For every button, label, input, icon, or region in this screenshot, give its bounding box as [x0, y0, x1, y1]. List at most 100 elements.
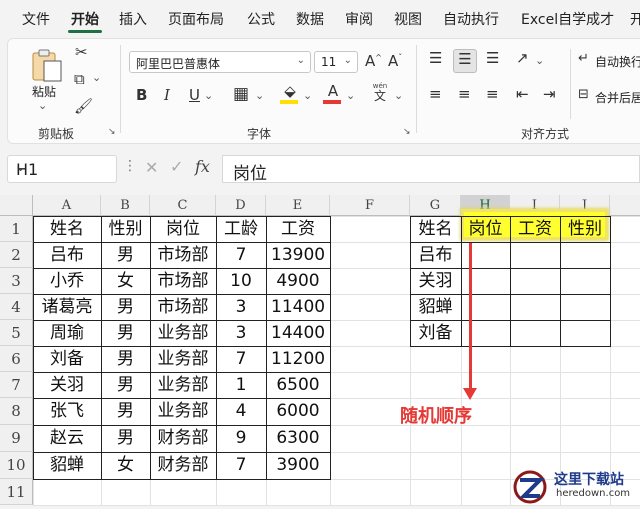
table-cell[interactable]: 7 — [216, 242, 266, 268]
table-cell[interactable]: 男 — [101, 242, 150, 268]
row-header-9[interactable]: 9 — [0, 425, 33, 452]
copy-dropdown-icon[interactable]: ⌄ — [92, 71, 101, 84]
table-cell[interactable]: 男 — [101, 372, 150, 398]
lookup-name-cell[interactable]: 吕布 — [410, 242, 461, 268]
table-cell[interactable]: 市场部 — [150, 268, 216, 294]
row-header-11[interactable]: 11 — [0, 479, 33, 505]
table-cell[interactable]: 4900 — [266, 268, 330, 294]
cancel-icon[interactable]: ✕ — [145, 158, 158, 177]
table-cell[interactable]: 诸葛亮 — [33, 294, 101, 320]
underline-dropdown-icon[interactable]: ⌄ — [204, 89, 213, 102]
tab-page-layout[interactable]: 页面布局 — [168, 9, 224, 29]
orientation-dropdown-icon[interactable]: ⌄ — [535, 54, 544, 67]
font-name-select[interactable]: 阿里巴巴普惠体 ⌄ — [129, 51, 311, 73]
grow-font-icon[interactable]: A^ — [365, 54, 382, 69]
shrink-font-icon[interactable]: Aˇ — [388, 54, 402, 69]
table-cell[interactable]: 小乔 — [33, 268, 101, 294]
column-header-g[interactable]: G — [410, 195, 461, 216]
table-cell[interactable]: 7 — [216, 452, 266, 479]
table-cell[interactable]: 4 — [216, 398, 266, 425]
table-cell[interactable]: 3 — [216, 320, 266, 346]
wrap-text-button[interactable]: 自动换行 — [595, 53, 640, 70]
table-cell[interactable]: 男 — [101, 425, 150, 452]
table-cell[interactable]: 男 — [101, 294, 150, 320]
font-color-dropdown-icon[interactable]: ⌄ — [346, 89, 355, 102]
tab-automate[interactable]: 自动执行 — [443, 9, 499, 29]
tab-home[interactable]: 开始 — [71, 9, 99, 29]
table-cell[interactable]: 业务部 — [150, 320, 216, 346]
tab-view[interactable]: 视图 — [394, 9, 422, 29]
table-cell[interactable]: 赵云 — [33, 425, 101, 452]
table-header-cell[interactable]: 性别 — [101, 216, 150, 242]
merge-center-button[interactable]: 合并后居 — [595, 89, 640, 106]
tab-insert[interactable]: 插入 — [119, 9, 147, 29]
tab-developer[interactable]: 开 — [630, 9, 640, 29]
table-cell[interactable]: 男 — [101, 320, 150, 346]
cut-icon[interactable]: ✂ — [75, 45, 88, 60]
chevron-down-icon[interactable]: ⌄ — [16, 161, 109, 174]
column-header-overflow[interactable] — [610, 195, 640, 216]
table-cell[interactable]: 3 — [216, 294, 266, 320]
phonetic-guide-icon[interactable]: wén 文 — [370, 83, 390, 103]
column-header-b[interactable]: B — [101, 195, 150, 216]
align-right-icon[interactable]: ≡ — [486, 87, 499, 102]
tab-file[interactable]: 文件 — [22, 9, 50, 29]
column-header-a[interactable]: A — [33, 195, 101, 216]
table-cell[interactable]: 1 — [216, 372, 266, 398]
align-bottom-icon[interactable]: ☰ — [486, 51, 499, 66]
table-header-cell[interactable]: 姓名 — [33, 216, 101, 242]
table-cell[interactable]: 关羽 — [33, 372, 101, 398]
table-cell[interactable]: 6300 — [266, 425, 330, 452]
borders-dropdown-icon[interactable]: ⌄ — [255, 89, 264, 102]
table-cell[interactable]: 3900 — [266, 452, 330, 479]
lookup-name-cell[interactable]: 关羽 — [410, 268, 461, 294]
select-all-corner[interactable] — [0, 195, 33, 216]
orientation-icon[interactable]: ↗ — [516, 51, 529, 66]
column-header-f[interactable]: F — [330, 195, 410, 216]
row-header-4[interactable]: 4 — [0, 294, 33, 320]
formula-input[interactable]: 岗位 — [222, 155, 640, 184]
lookup-header-cell[interactable]: 姓名 — [410, 216, 461, 242]
paste-button-label[interactable]: 粘贴 — [32, 83, 56, 100]
name-box[interactable]: H1 ⌄ — [7, 155, 117, 183]
lookup-header-cell[interactable]: 性别 — [560, 216, 610, 242]
insert-function-button[interactable]: fx — [195, 157, 210, 176]
row-header-5[interactable]: 5 — [0, 320, 33, 346]
table-cell[interactable]: 6000 — [266, 398, 330, 425]
row-header-7[interactable]: 7 — [0, 372, 33, 398]
table-cell[interactable]: 貂蝉 — [33, 452, 101, 479]
phonetic-dropdown-icon[interactable]: ⌄ — [394, 89, 403, 102]
row-header-6[interactable]: 6 — [0, 346, 33, 372]
table-cell[interactable]: 市场部 — [150, 242, 216, 268]
align-center-icon[interactable]: ≡ — [458, 87, 471, 102]
row-header-3[interactable]: 3 — [0, 268, 33, 294]
tab-review[interactable]: 审阅 — [345, 9, 373, 29]
table-cell[interactable]: 女 — [101, 268, 150, 294]
row-header-10[interactable]: 10 — [0, 452, 33, 479]
table-cell[interactable]: 周瑜 — [33, 320, 101, 346]
font-color-icon[interactable]: A — [323, 84, 343, 104]
table-cell[interactable]: 10 — [216, 268, 266, 294]
borders-icon[interactable]: ▦ — [233, 86, 249, 103]
table-cell[interactable]: 吕布 — [33, 242, 101, 268]
align-middle-icon[interactable]: ☰ — [453, 49, 477, 73]
table-cell[interactable]: 男 — [101, 398, 150, 425]
lookup-name-cell[interactable]: 刘备 — [410, 320, 461, 346]
align-top-icon[interactable]: ☰ — [429, 51, 442, 66]
fill-color-icon[interactable]: ⬙ — [280, 84, 300, 104]
table-cell[interactable]: 6500 — [266, 372, 330, 398]
tab-excel-self-study[interactable]: Excel自学成才 — [521, 9, 614, 29]
lookup-header-cell[interactable]: 工资 — [510, 216, 560, 242]
italic-button[interactable]: I — [164, 88, 170, 103]
fill-color-dropdown-icon[interactable]: ⌄ — [303, 89, 312, 102]
font-size-select[interactable]: 11 ⌄ — [314, 51, 358, 73]
table-cell[interactable]: 财务部 — [150, 425, 216, 452]
copy-icon[interactable]: ⧉ — [74, 72, 85, 87]
table-cell[interactable]: 市场部 — [150, 294, 216, 320]
align-left-icon[interactable]: ≡ — [429, 87, 442, 102]
decrease-indent-icon[interactable]: ⇤ — [516, 87, 529, 102]
table-cell[interactable]: 7 — [216, 346, 266, 372]
column-header-d[interactable]: D — [216, 195, 266, 216]
table-cell[interactable]: 11400 — [266, 294, 330, 320]
table-cell[interactable]: 业务部 — [150, 346, 216, 372]
